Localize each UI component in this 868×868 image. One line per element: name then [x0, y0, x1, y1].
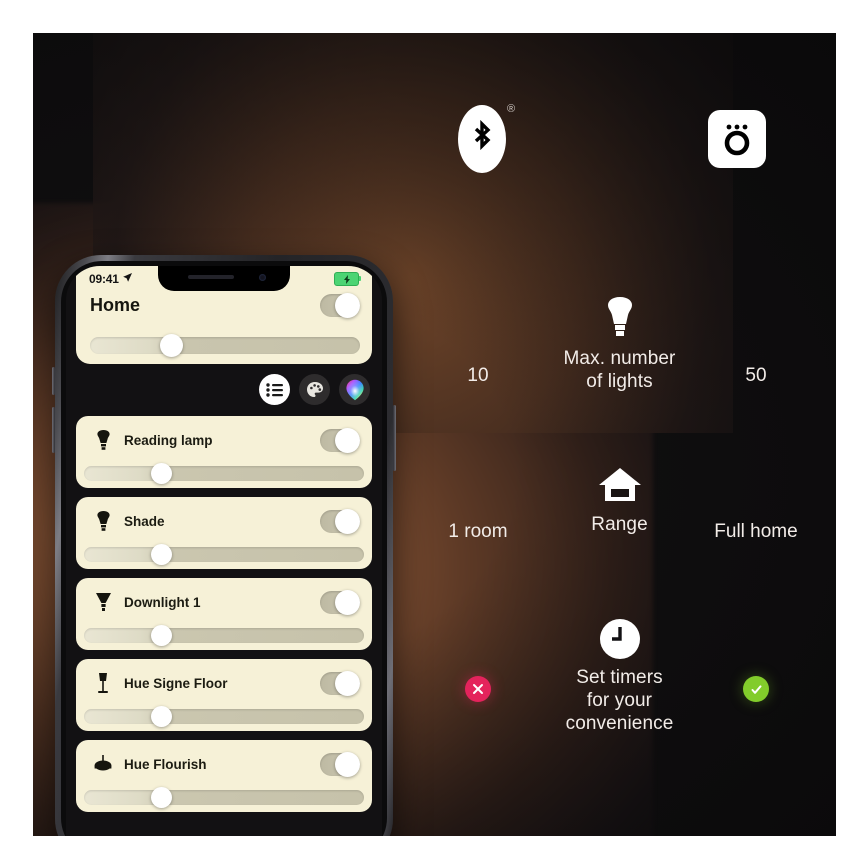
list-item[interactable]: Downlight 1 [76, 578, 372, 650]
slider-knob[interactable] [151, 625, 173, 646]
phone-mockup: 09:41 Home Reading lamp Shade Downlight … [52, 255, 396, 836]
toggle-knob [335, 589, 360, 615]
feature-label-timers-line3: convenience [565, 713, 674, 734]
battery-charging-icon [334, 272, 361, 286]
toggle-knob [335, 508, 360, 534]
feature-right-value-timers [676, 676, 836, 702]
downlight-icon [90, 591, 116, 613]
clock-icon [515, 618, 725, 660]
philips-hue-icon [708, 110, 766, 168]
slider-knob[interactable] [160, 334, 184, 357]
light-brightness-slider[interactable] [84, 544, 364, 565]
light-brightness-slider[interactable] [84, 625, 364, 646]
home-master-toggle[interactable] [320, 293, 360, 318]
phone-screen: 09:41 Home Reading lamp Shade Downlight … [66, 266, 382, 836]
light-row-header: Reading lamp [90, 426, 360, 454]
light-toggle[interactable] [320, 508, 360, 534]
status-bar-left: 09:41 [89, 270, 133, 288]
feature-row-timers: Set timers for your convenience [403, 618, 836, 748]
light-row-header: Hue Signe Floor [90, 669, 360, 697]
list-item[interactable]: Hue Signe Floor [76, 659, 372, 731]
palette-icon[interactable] [299, 374, 330, 405]
list-item[interactable]: Shade [76, 497, 372, 569]
volume-up-button[interactable] [52, 367, 55, 395]
home-brightness-slider[interactable] [90, 334, 360, 357]
registered-trademark-symbol: ® [507, 103, 516, 115]
floor-lamp-icon [90, 672, 116, 694]
power-button[interactable] [393, 405, 396, 471]
light-toggle[interactable] [320, 751, 360, 777]
toggle-knob [335, 670, 360, 696]
list-view-icon[interactable] [259, 374, 290, 405]
toggle-knob [335, 751, 360, 777]
phone-notch [158, 266, 290, 291]
light-toggle[interactable] [320, 589, 360, 615]
page-title: Home [90, 295, 141, 315]
light-row-header: Downlight 1 [90, 588, 360, 616]
light-brightness-slider[interactable] [84, 787, 364, 808]
light-name: Reading lamp [124, 432, 213, 448]
mode-bar [259, 374, 370, 405]
comparison-column: ® 10 Max. number of lights 50 1 room Ran… [403, 33, 836, 836]
light-toggle[interactable] [320, 427, 360, 453]
light-row-header: Shade [90, 507, 360, 535]
feature-right-value-range: Full home [714, 521, 798, 542]
bulb-icon [90, 429, 116, 451]
feature-row-max-lights: 10 Max. number of lights 50 [403, 295, 836, 405]
light-name: Downlight 1 [124, 594, 201, 610]
slider-knob[interactable] [151, 787, 173, 808]
feature-right-value-max-lights: 50 [745, 365, 767, 386]
light-name: Shade [124, 513, 165, 529]
earpiece-speaker-icon [188, 275, 234, 279]
light-brightness-slider[interactable] [84, 463, 364, 484]
slider-knob[interactable] [151, 544, 173, 565]
light-brightness-slider[interactable] [84, 706, 364, 727]
color-picker-icon[interactable] [339, 374, 370, 405]
list-item[interactable]: Hue Flourish [76, 740, 372, 812]
light-name: Hue Flourish [124, 756, 207, 772]
slider-knob[interactable] [151, 706, 173, 727]
front-camera-icon [259, 274, 266, 281]
pendant-icon [90, 755, 116, 773]
light-row-header: Hue Flourish [90, 750, 360, 778]
bulb-icon [90, 510, 116, 532]
cross-badge-icon [465, 676, 491, 702]
status-time: 09:41 [89, 272, 119, 286]
location-arrow-icon [122, 270, 133, 288]
light-list: Reading lamp Shade Downlight 1 Hue Signe… [76, 416, 372, 836]
light-name: Hue Signe Floor [124, 675, 228, 691]
protocol-header-row: ® [403, 103, 836, 205]
toggle-knob [335, 427, 360, 453]
light-toggle[interactable] [320, 670, 360, 696]
hero-banner: ® 10 Max. number of lights 50 1 room Ran… [33, 33, 836, 836]
check-badge-icon [743, 676, 769, 702]
list-item[interactable]: Reading lamp [76, 416, 372, 488]
home-header-main: Home [90, 293, 360, 318]
slider-knob[interactable] [151, 463, 173, 484]
bluetooth-icon [458, 105, 506, 173]
house-icon [515, 465, 725, 507]
bulb-icon [515, 295, 725, 341]
volume-down-button[interactable] [52, 407, 55, 453]
toggle-knob [335, 293, 360, 318]
feature-row-range: 1 room Range Full home [403, 465, 836, 565]
